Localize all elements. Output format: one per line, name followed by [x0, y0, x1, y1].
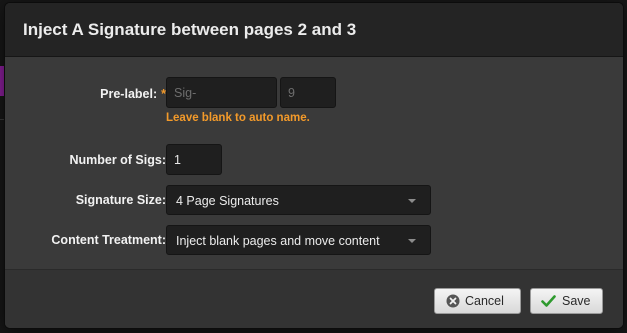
num-sigs-label: Number of Sigs:: [69, 153, 166, 167]
num-sigs-input[interactable]: [166, 144, 222, 175]
dialog-title: Inject A Signature between pages 2 and 3: [23, 20, 357, 39]
signature-size-label: Signature Size:: [75, 193, 166, 207]
pre-label-hint: Leave blank to auto name.: [166, 112, 310, 124]
check-icon: [541, 294, 556, 311]
pre-label-prefix-input[interactable]: [166, 77, 277, 108]
pre-label-text: Pre-label:: [100, 87, 158, 101]
dialog-header: Inject A Signature between pages 2 and 3: [5, 3, 623, 57]
pre-label-label: Pre-label: *: [100, 87, 166, 101]
cancel-label: Cancel: [465, 294, 504, 308]
cancel-button[interactable]: Cancel: [434, 288, 521, 314]
chevron-down-icon: [408, 239, 416, 243]
signature-size-value: 4 Page Signatures: [176, 194, 279, 208]
x-circle-icon: [446, 294, 460, 311]
signature-size-select[interactable]: 4 Page Signatures: [166, 185, 431, 215]
chevron-down-icon: [408, 199, 416, 203]
content-treatment-label: Content Treatment:: [51, 233, 166, 247]
save-button[interactable]: Save: [530, 288, 603, 314]
save-label: Save: [562, 294, 591, 308]
inject-signature-dialog: Inject A Signature between pages 2 and 3…: [5, 3, 623, 328]
content-treatment-value: Inject blank pages and move content: [176, 234, 380, 248]
dialog-body: Pre-label:* Leave blank to auto name. Nu…: [5, 57, 623, 269]
dialog-footer: Cancel Save: [5, 269, 623, 328]
content-treatment-select[interactable]: Inject blank pages and move content: [166, 225, 431, 255]
pre-label-number-input[interactable]: [280, 77, 336, 108]
